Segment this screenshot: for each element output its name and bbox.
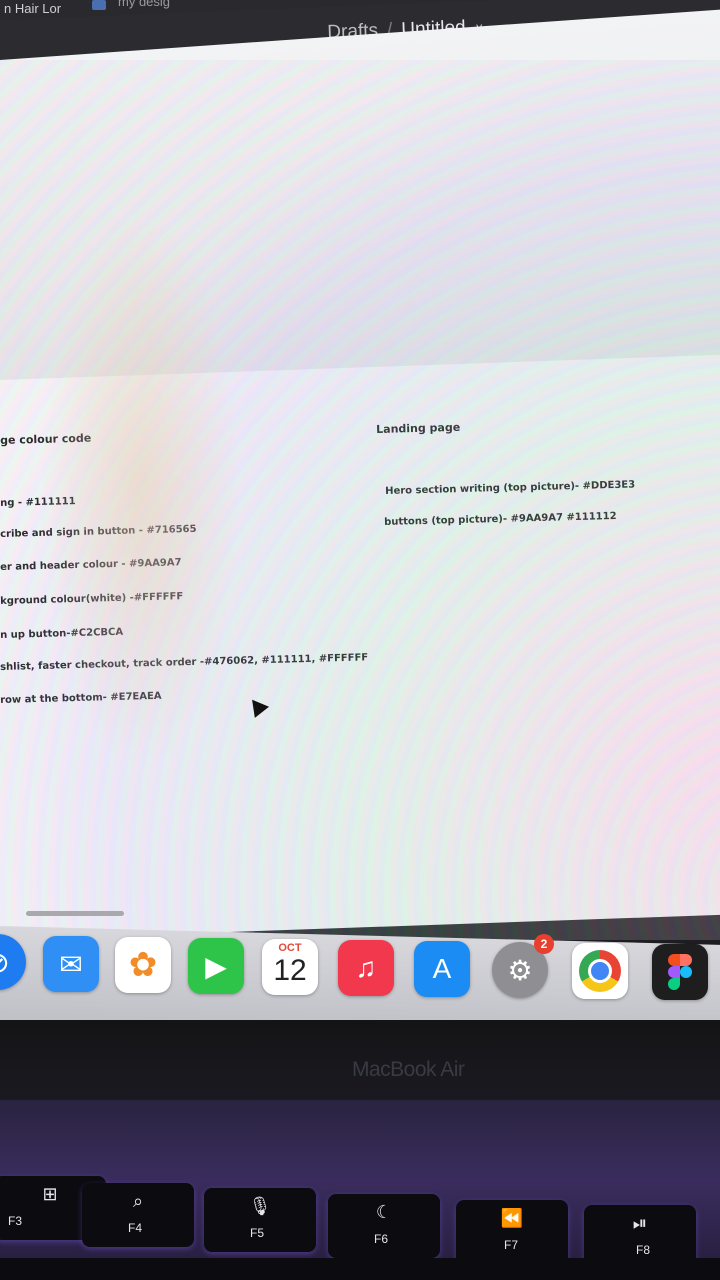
note-heading-landing-page[interactable]: Landing page	[376, 421, 460, 436]
photos-icon[interactable]: ✿	[115, 937, 171, 993]
canvas-text-frame[interactable]	[0, 354, 720, 940]
note-line[interactable]: ge colour code	[0, 432, 91, 447]
spotlight-icon: ⌕	[132, 1191, 144, 1211]
key-f4[interactable]: ⌕ F4	[82, 1183, 194, 1247]
calendar-month: OCT	[278, 942, 302, 954]
key-f6[interactable]: ☾ F6	[328, 1194, 440, 1258]
key-label: F6	[374, 1232, 389, 1246]
laptop-screen: n Hair Lor my desig Drafts / Untitled ˅ …	[0, 0, 720, 1030]
mail-icon[interactable]: ✉	[43, 936, 99, 992]
device-label: MacBook Air	[352, 1058, 465, 1081]
chrome-icon[interactable]	[572, 943, 628, 999]
number-key-row	[0, 1258, 720, 1280]
key-label: F3	[8, 1214, 23, 1228]
key-label: F8	[636, 1243, 651, 1257]
calendar-day: 12	[273, 954, 307, 987]
play-pause-icon: ⏯	[632, 1213, 648, 1233]
figma-icon[interactable]	[652, 944, 708, 1000]
do-not-disturb-icon: ☾	[375, 1202, 393, 1222]
rewind-icon: ⏪	[500, 1208, 524, 1228]
tab-favicon-icon	[92, 0, 106, 10]
key-f7[interactable]: ⏪ F7	[456, 1200, 568, 1264]
key-f5[interactable]: 🎙 F5	[204, 1188, 316, 1252]
note-line[interactable]: ng - #111111	[0, 496, 76, 509]
dictation-icon: 🎙	[248, 1196, 272, 1216]
facetime-icon[interactable]: ▶	[188, 938, 244, 994]
app-store-icon[interactable]: A	[414, 941, 470, 997]
browser-tab-my-design[interactable]: my desig	[118, 0, 170, 9]
browser-tab-hair-lor[interactable]: n Hair Lor	[4, 1, 61, 16]
canvas-frame-top[interactable]	[0, 9, 720, 410]
horizontal-scrollbar[interactable]	[26, 911, 124, 916]
music-icon[interactable]: ♫	[338, 940, 394, 996]
system-settings-icon[interactable]: ⚙ 2	[492, 934, 554, 998]
key-label: F7	[504, 1238, 519, 1252]
calendar-icon[interactable]: OCT 12	[262, 939, 318, 995]
notification-badge: 2	[534, 934, 554, 954]
key-label: F5	[250, 1226, 265, 1240]
key-label: F4	[128, 1221, 143, 1235]
